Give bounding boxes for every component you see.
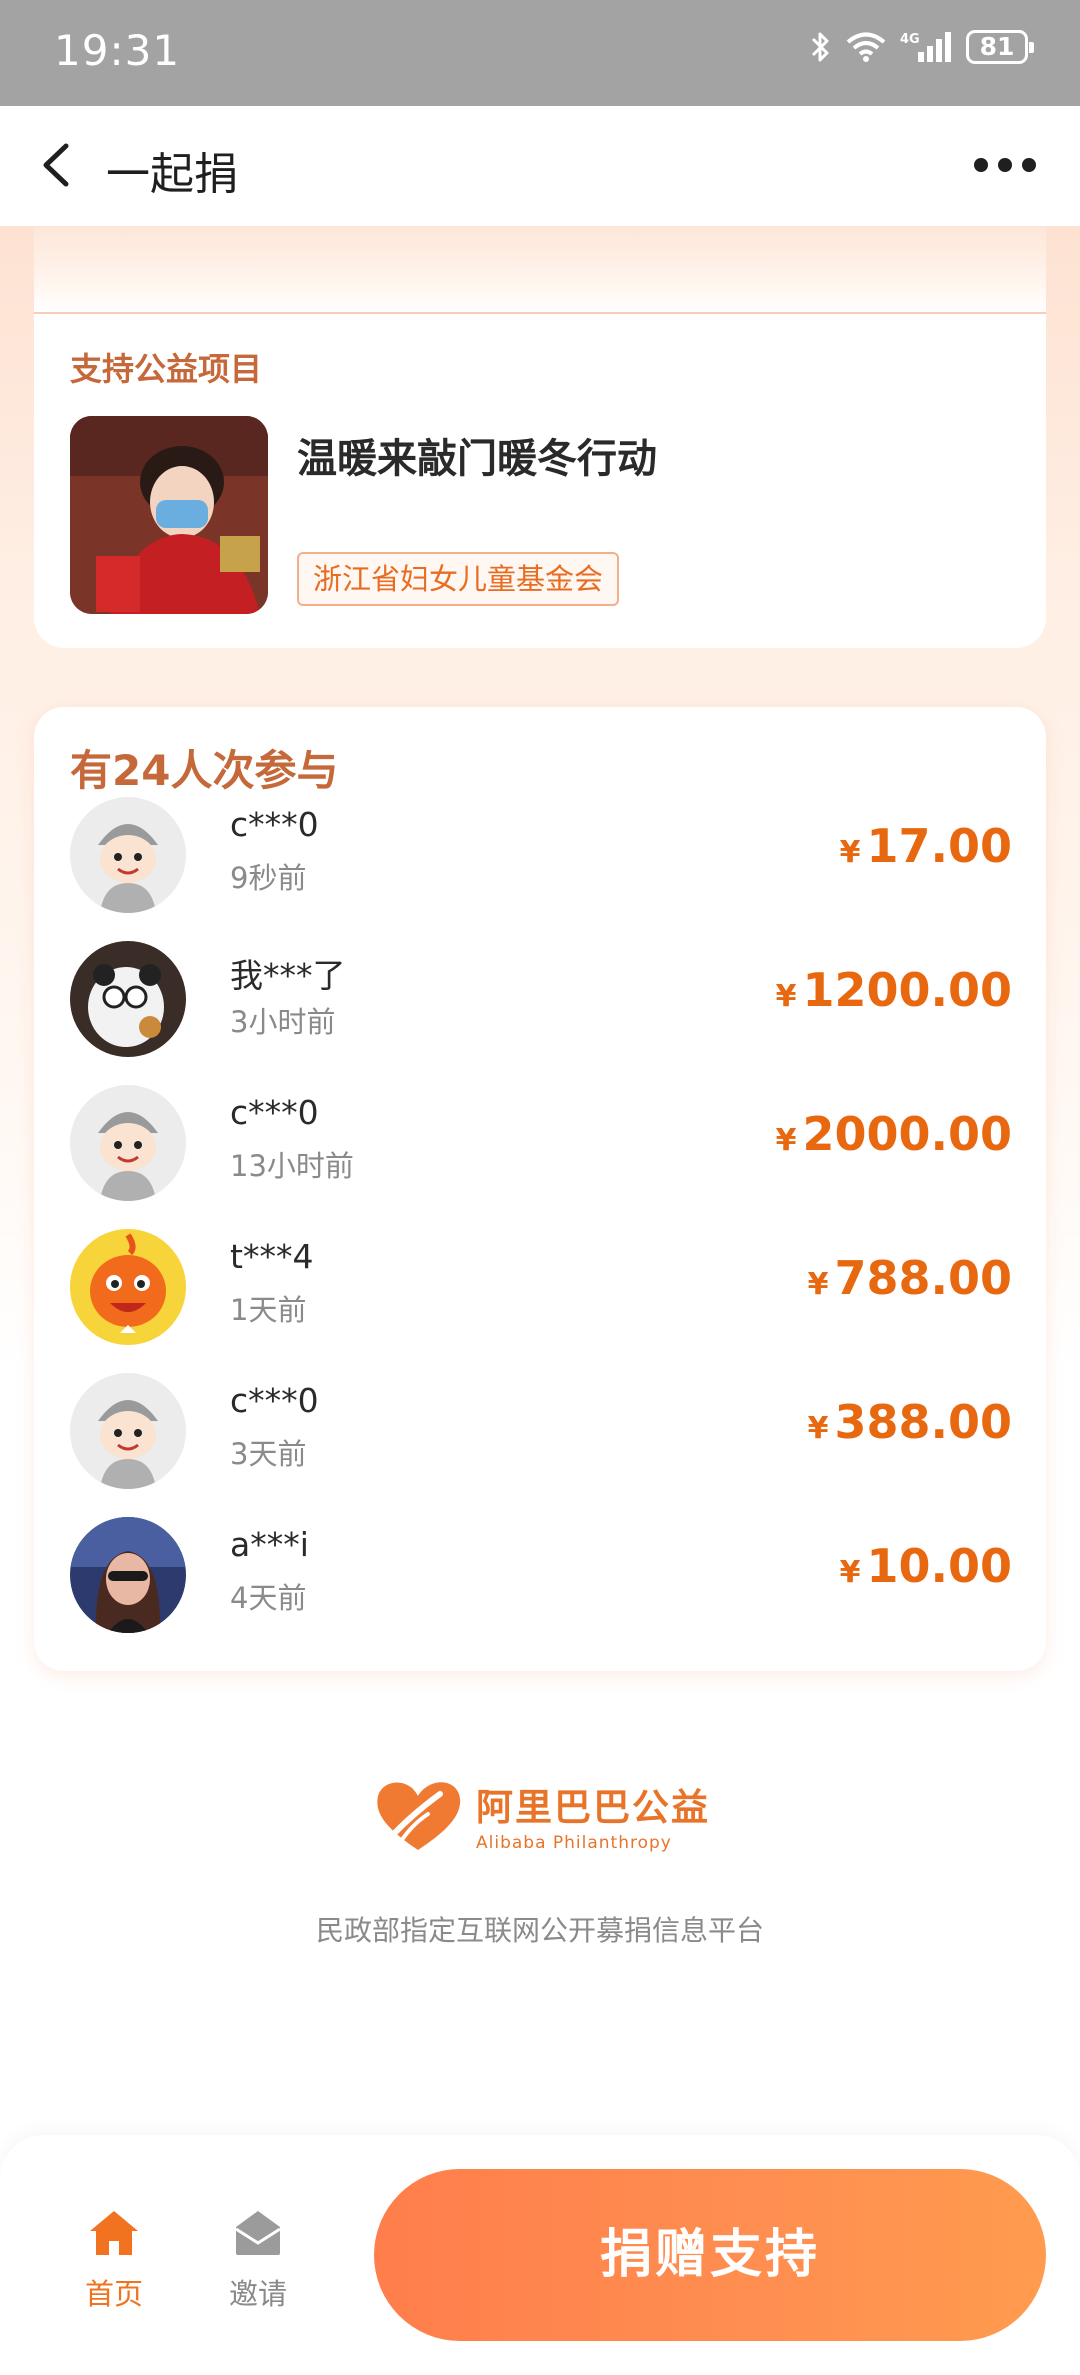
card-top-fade: [34, 226, 1046, 314]
donor-row: c***0 13小时前 ¥ 2000.00: [34, 1071, 1046, 1215]
status-time: 19:31: [54, 26, 181, 75]
donor-name: c***0: [230, 1093, 319, 1132]
donor-row: c***0 3天前 ¥ 388.00: [34, 1359, 1046, 1503]
currency-symbol: ¥: [775, 1123, 797, 1158]
avatar: [70, 1085, 186, 1201]
donor-time: 9秒前: [230, 861, 307, 895]
donation-amount: ¥ 17.00: [840, 819, 1012, 873]
status-icons: 4G 81: [810, 30, 1034, 64]
donor-time: 1天前: [230, 1293, 307, 1327]
tab-home-label: 首页: [84, 2277, 143, 2311]
currency-symbol: ¥: [807, 1267, 829, 1302]
signal-4g-icon: 4G: [900, 32, 951, 62]
chevron-left-icon[interactable]: [36, 140, 76, 190]
currency-symbol: ¥: [807, 1411, 829, 1446]
home-icon: [90, 2211, 138, 2255]
svg-text:4G: 4G: [900, 32, 920, 47]
donation-amount: ¥ 10.00: [840, 1539, 1012, 1593]
amount-value: 388.00: [834, 1395, 1012, 1449]
organization-tag[interactable]: 浙江省妇女儿童基金会: [297, 552, 620, 606]
donor-name: c***0: [230, 805, 319, 844]
nav-bar: 一起捐: [0, 106, 1080, 226]
battery-indicator: 81: [966, 30, 1034, 64]
tab-invite-label: 邀请: [228, 2277, 287, 2311]
donor-row: a***i 4天前 ¥ 10.00: [34, 1503, 1046, 1647]
donation-amount: ¥ 2000.00: [776, 1107, 1012, 1161]
donor-time: 3小时前: [230, 1005, 336, 1039]
tab-home[interactable]: 首页: [64, 2205, 164, 2313]
amount-value: 17.00: [866, 819, 1012, 873]
donor-name: 我***了: [230, 956, 346, 995]
donor-time: 13小时前: [230, 1149, 354, 1183]
project-title[interactable]: 温暖来敲门暖冬行动: [297, 426, 657, 484]
logo-text-en: Alibaba Philanthropy: [476, 1833, 672, 1853]
wifi-icon: [846, 32, 886, 62]
donor-row: t***4 1天前 ¥ 788.00: [34, 1215, 1046, 1359]
amount-value: 788.00: [834, 1251, 1012, 1305]
alibaba-philanthropy-logo: 阿里巴巴公益 Alibaba Philanthropy: [0, 1776, 1080, 1858]
currency-symbol: ¥: [775, 979, 797, 1014]
donation-amount: ¥ 388.00: [808, 1395, 1012, 1449]
donor-time: 4天前: [230, 1581, 307, 1615]
project-image[interactable]: [70, 416, 268, 614]
bottom-bar: 首页 邀请 捐赠支持: [0, 2135, 1080, 2375]
currency-symbol: ¥: [839, 835, 861, 870]
status-bar: 19:31 4G 81: [0, 0, 1080, 106]
donor-row: 我***了 3小时前 ¥ 1200.00: [34, 927, 1046, 1071]
donor-name: a***i: [230, 1525, 309, 1564]
avatar: [70, 1517, 186, 1633]
more-dots-icon[interactable]: [974, 158, 1036, 172]
tab-invite[interactable]: 邀请: [208, 2205, 308, 2313]
avatar: [70, 797, 186, 913]
page-title: 一起捐: [106, 149, 238, 200]
amount-value: 1200.00: [802, 963, 1012, 1017]
project-section-label: 支持公益项目: [70, 350, 263, 388]
main-content[interactable]: 支持公益项目 温暖来敲门暖冬行动 浙江省妇女儿童基金会 有24人次参与 c***…: [0, 226, 1080, 2136]
logo-text-cn: 阿里巴巴公益: [476, 1786, 710, 1829]
participants-card: 有24人次参与 c***0 9秒前 ¥ 17.00 我***了 3小时前 ¥ 1…: [34, 707, 1046, 1671]
heart-logo-icon: [377, 1782, 461, 1850]
mail-icon: [235, 2211, 281, 2255]
amount-value: 2000.00: [802, 1107, 1012, 1161]
donor-row: c***0 9秒前 ¥ 17.00: [34, 783, 1046, 927]
currency-symbol: ¥: [839, 1555, 861, 1590]
avatar: [70, 941, 186, 1057]
donate-button[interactable]: 捐赠支持: [374, 2169, 1046, 2341]
donor-name: t***4: [230, 1237, 314, 1276]
avatar: [70, 1229, 186, 1345]
donation-amount: ¥ 1200.00: [776, 963, 1012, 1017]
bluetooth-icon: [811, 32, 829, 62]
donor-name: c***0: [230, 1381, 319, 1420]
platform-statement: 民政部指定互联网公开募捐信息平台: [315, 1914, 764, 1947]
donor-time: 3天前: [230, 1437, 307, 1471]
project-card: 支持公益项目 温暖来敲门暖冬行动 浙江省妇女儿童基金会: [34, 226, 1046, 648]
donation-amount: ¥ 788.00: [808, 1251, 1012, 1305]
amount-value: 10.00: [866, 1539, 1012, 1593]
avatar: [70, 1373, 186, 1489]
